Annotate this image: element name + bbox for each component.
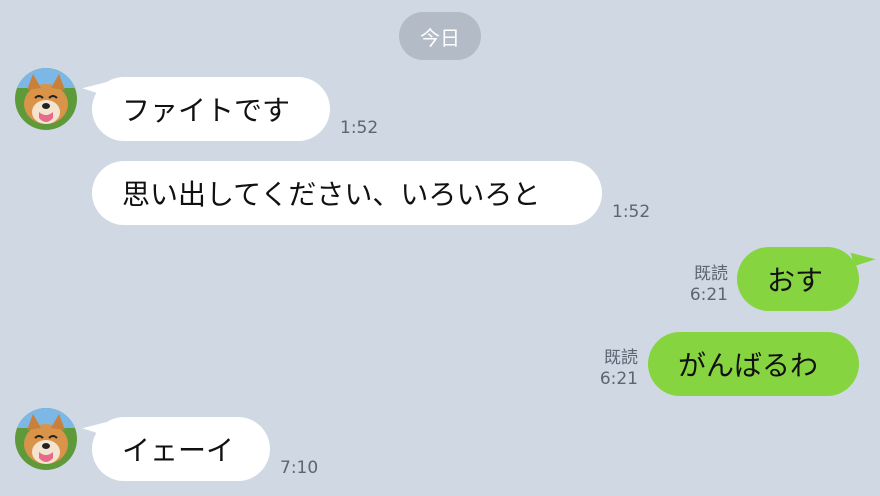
message-bubble-incoming[interactable]: 思い出してください、いろいろと [92,161,602,225]
shiba-dog-avatar-icon [15,68,77,130]
date-separator: 今日 [399,12,481,60]
message-bubble-outgoing[interactable]: がんばるわ [648,332,859,396]
read-receipt: 既読 [694,264,728,284]
message-bubble-incoming[interactable]: ファイトです [92,77,330,141]
message-text: 思い出してください、いろいろと [122,178,541,211]
message-time: 1:52 [612,202,651,222]
message-time: 7:10 [280,458,319,478]
message-time: 1:52 [340,118,379,138]
message-text: イェーイ [122,434,235,467]
avatar[interactable] [15,68,77,130]
message-text: がんばるわ [678,349,819,382]
message-text: ファイトです [122,94,291,127]
message-time: 6:21 [599,369,638,389]
message-text: おす [767,264,824,297]
message-bubble-incoming[interactable]: イェーイ [92,417,270,481]
message-time: 6:21 [689,285,728,305]
avatar[interactable] [15,408,77,470]
message-meta: 既読 6:21 [672,264,728,306]
message-bubble-outgoing[interactable]: おす [737,247,859,311]
bubble-tail [850,245,876,267]
shiba-dog-avatar-icon [15,408,77,470]
message-meta: 既読 6:21 [582,348,638,390]
read-receipt: 既読 [604,348,638,368]
